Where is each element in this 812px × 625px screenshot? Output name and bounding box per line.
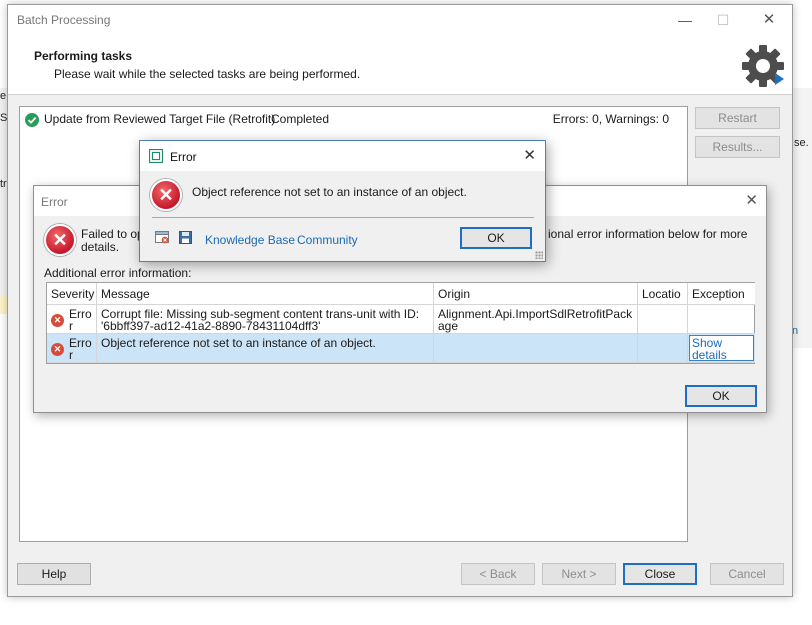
next-button[interactable]: Next > <box>542 563 616 585</box>
severity-text: Error <box>69 307 92 333</box>
community-link[interactable]: Community <box>297 233 358 247</box>
resize-grip[interactable] <box>535 251 543 259</box>
minimize-button[interactable]: — <box>670 9 700 31</box>
wizard-header: Performing tasks Please wait while the s… <box>8 35 792 95</box>
maximize-button[interactable]: ☐ <box>708 9 738 31</box>
background-text: se. <box>794 137 809 149</box>
message-cell: Corrupt file: Missing sub-segment conten… <box>97 305 434 334</box>
window-title: Batch Processing <box>17 13 111 27</box>
close-icon[interactable]: ✕ <box>745 191 758 209</box>
error-icon <box>51 343 64 356</box>
column-header-severity[interactable]: Severity <box>47 283 97 305</box>
severity-text: Error <box>69 336 92 362</box>
dialog-title: Error <box>41 195 68 209</box>
batch-titlebar: Batch Processing — ☐ ✕ <box>8 5 792 35</box>
header-subtitle: Please wait while the selected tasks are… <box>54 67 361 81</box>
error-icon <box>51 314 64 327</box>
column-header-exception[interactable]: Exception <box>688 283 755 305</box>
origin-cell <box>434 334 638 363</box>
dialog-title: Error <box>170 150 197 164</box>
error-icon <box>44 224 76 256</box>
error-message: Object reference not set to an instance … <box>192 185 467 199</box>
error-icon <box>150 179 182 211</box>
save-icon[interactable] <box>179 231 193 244</box>
additional-info-label: Additional error information: <box>44 266 192 280</box>
ok-button[interactable]: OK <box>460 227 532 249</box>
location-cell <box>638 334 688 363</box>
background-text: tr <box>0 178 7 190</box>
location-cell <box>638 305 688 334</box>
task-errors-summary: Errors: 0, Warnings: 0 <box>552 112 669 126</box>
background-text: e <box>0 90 7 102</box>
column-header-location[interactable]: Locatio <box>638 283 688 305</box>
close-button[interactable]: Close <box>623 563 697 585</box>
close-icon[interactable]: ✕ <box>523 146 536 164</box>
severity-cell: Error <box>47 334 97 363</box>
task-status: Completed <box>271 112 330 126</box>
severity-cell: Error <box>47 305 97 334</box>
knowledge-base-link[interactable]: Knowledge Base <box>205 233 295 247</box>
task-row[interactable]: Update from Reviewed Target File (Retrof… <box>24 111 679 129</box>
app-icon <box>149 149 163 163</box>
gear-icon <box>742 45 784 87</box>
error-log-icon[interactable] <box>155 231 169 244</box>
results-button[interactable]: Results... <box>695 136 780 158</box>
column-header-message[interactable]: Message <box>97 283 434 305</box>
exception-cell <box>688 305 755 334</box>
check-circle-icon <box>25 113 39 127</box>
close-window-button[interactable]: ✕ <box>754 9 784 31</box>
background-app-right-strip <box>792 88 812 348</box>
task-name: Update from Reviewed Target File (Retrof… <box>44 112 276 126</box>
message-cell: Object reference not set to an instance … <box>97 334 434 363</box>
error-message-continued: ional error information below for more <box>548 227 748 241</box>
header-title: Performing tasks <box>34 49 133 63</box>
error-dialog: Error ✕ Object reference not set to an i… <box>139 140 546 262</box>
column-header-origin[interactable]: Origin <box>434 283 638 305</box>
error-dialog-titlebar: Error ✕ <box>140 141 545 171</box>
restart-button[interactable]: Restart <box>695 107 780 129</box>
back-button[interactable]: < Back <box>461 563 535 585</box>
cancel-button[interactable]: Cancel <box>710 563 784 585</box>
exception-cell: Show details <box>688 334 755 363</box>
show-details-link[interactable]: Show details <box>689 335 754 361</box>
help-button[interactable]: Help <box>17 563 91 585</box>
origin-cell: Alignment.Api.ImportSdlRetrofitPackage <box>434 305 638 334</box>
error-table: Severity Message Origin Locatio Exceptio… <box>46 282 755 364</box>
ok-button[interactable]: OK <box>685 385 757 407</box>
separator <box>152 217 534 218</box>
